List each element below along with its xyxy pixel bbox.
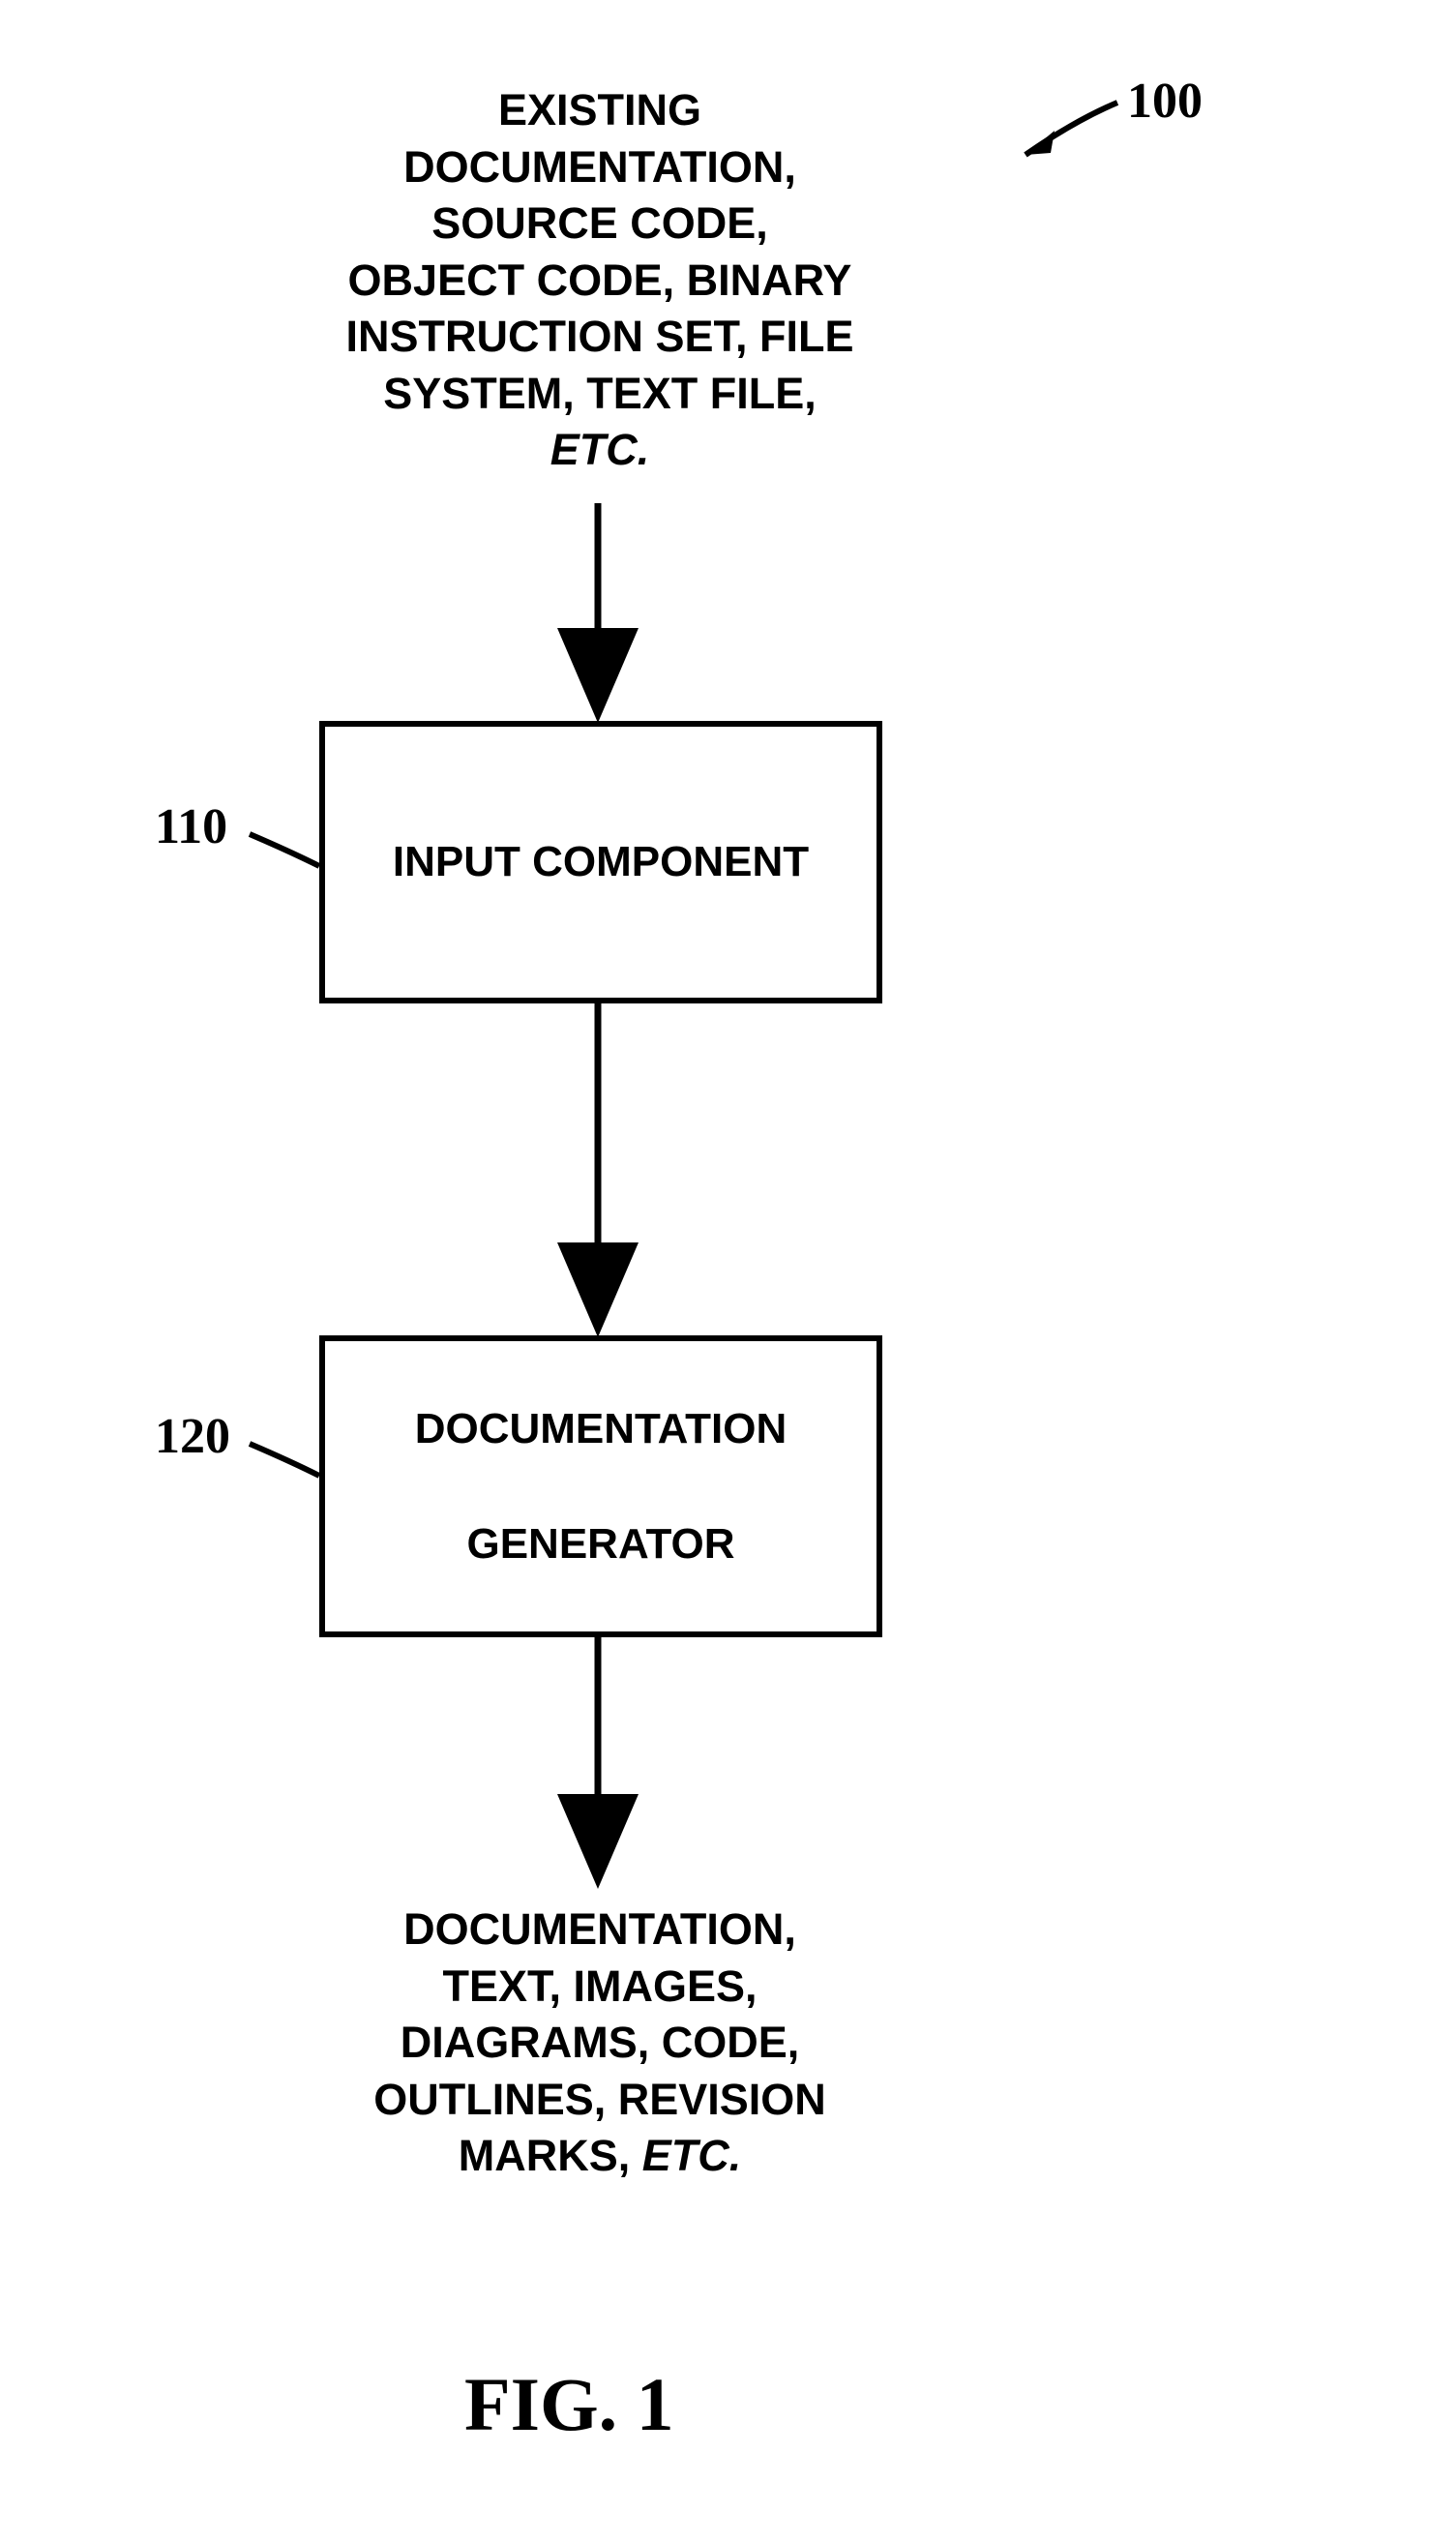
text-line: OUTLINES, REVISION <box>373 2075 826 2124</box>
text-line: DOCUMENTATION, <box>403 1904 796 1954</box>
output-description-text: DOCUMENTATION, TEXT, IMAGES, DIAGRAMS, C… <box>271 1901 929 2185</box>
leadline-100 <box>1025 103 1117 155</box>
diagram-page: 100 EXISTING DOCUMENTATION, SOURCE CODE,… <box>0 0 1456 2543</box>
leadline-110 <box>250 834 319 866</box>
text-line: SOURCE CODE, <box>431 198 768 248</box>
input-component-box: INPUT COMPONENT <box>319 721 882 1003</box>
figure-label: FIG. 1 <box>464 2361 674 2448</box>
text-line: EXISTING <box>498 85 701 135</box>
text-line: DIAGRAMS, CODE, <box>401 2018 800 2067</box>
ref-label-100: 100 <box>1127 73 1203 130</box>
text-line: INSTRUCTION SET, FILE <box>345 312 853 361</box>
input-component-label: INPUT COMPONENT <box>383 838 818 886</box>
text-line: TEXT, IMAGES, <box>442 1961 757 2011</box>
text-line: SYSTEM, TEXT FILE, <box>383 369 817 418</box>
text-line-etc: ETC. <box>550 425 650 474</box>
ref-label-110: 110 <box>155 798 227 855</box>
leadline-120 <box>250 1444 319 1476</box>
text-line-etc: ETC. <box>642 2131 742 2180</box>
text-line: OBJECT CODE, BINARY <box>348 255 852 305</box>
doc-generator-label-line1: DOCUMENTATION <box>405 1400 797 1457</box>
leadline-100-arrowhead <box>1025 131 1055 155</box>
doc-generator-label-line2: GENERATOR <box>405 1515 797 1572</box>
ref-label-120: 120 <box>155 1408 230 1465</box>
documentation-generator-box: DOCUMENTATION GENERATOR <box>319 1335 882 1637</box>
input-description-text: EXISTING DOCUMENTATION, SOURCE CODE, OBJ… <box>252 82 948 479</box>
text-line: DOCUMENTATION, <box>403 142 796 192</box>
text-line: MARKS, <box>459 2131 642 2180</box>
